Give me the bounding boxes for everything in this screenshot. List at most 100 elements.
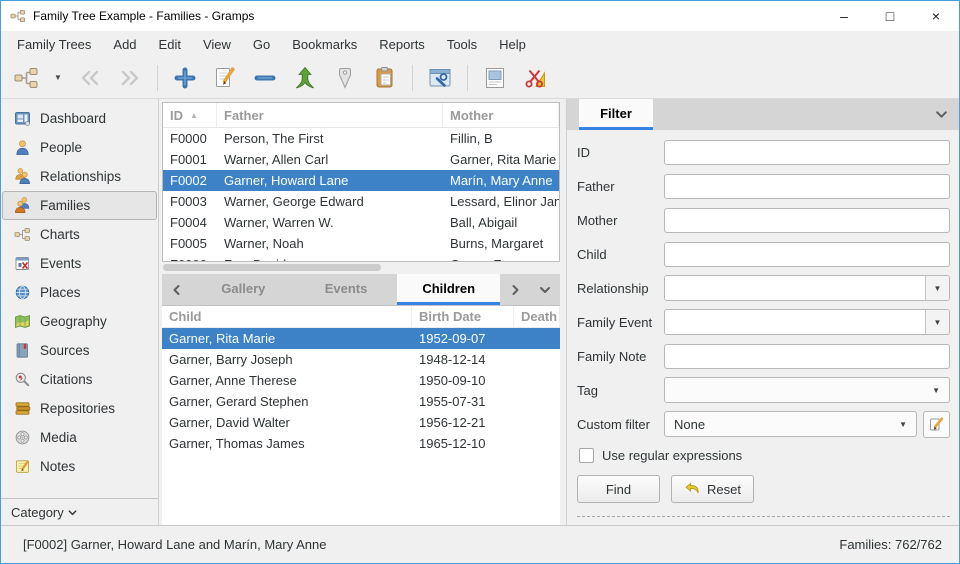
tab-events[interactable]: Events: [295, 274, 398, 305]
column-header-mother[interactable]: Mother: [443, 103, 559, 127]
child-row[interactable]: Garner, David Walter 1956-12-21: [162, 412, 560, 433]
filter-label-custom-filter: Custom filter: [577, 416, 650, 432]
tab-filter[interactable]: Filter: [579, 99, 653, 130]
filter-family-event-input[interactable]: [665, 310, 925, 334]
tag-button[interactable]: [325, 60, 365, 96]
filter-tag-dropdown[interactable]: ▼: [664, 377, 950, 403]
filter-label-mother: Mother: [577, 212, 618, 228]
children-table-header: Child Birth Date Death: [162, 306, 560, 328]
menu-reports[interactable]: Reports: [368, 33, 436, 56]
maximize-button[interactable]: □: [867, 1, 913, 31]
edit-button[interactable]: [205, 60, 245, 96]
sidebar-item-events[interactable]: Events: [2, 249, 157, 278]
remove-button[interactable]: [245, 60, 285, 96]
filter-row-father: Father: [577, 173, 950, 199]
child-row[interactable]: Garner, Anne Therese 1950-09-10: [162, 370, 560, 391]
filter-mother-input[interactable]: [664, 207, 950, 233]
repositories-icon: [14, 400, 31, 417]
close-button[interactable]: ×: [913, 1, 959, 31]
edit-custom-filter-button[interactable]: [923, 410, 950, 438]
filter-tab-strip: Filter: [567, 99, 959, 130]
sidebar-item-people[interactable]: People: [2, 133, 157, 162]
menu-family-trees[interactable]: Family Trees: [6, 33, 102, 56]
family-row[interactable]: F0005 Warner, Noah Burns, Margaret: [163, 233, 559, 254]
family-trees-button[interactable]: [6, 60, 46, 96]
tabs-scroll-right-button[interactable]: [500, 274, 530, 305]
tabs-menu-button[interactable]: [530, 274, 560, 305]
configure-button[interactable]: [420, 60, 460, 96]
children-table: Child Birth Date Death Garner, Rita Mari…: [162, 305, 560, 525]
regex-checkbox[interactable]: [579, 448, 594, 463]
forward-button[interactable]: [110, 60, 150, 96]
menu-help[interactable]: Help: [488, 33, 537, 56]
filter-child-input[interactable]: [664, 241, 950, 267]
reset-button[interactable]: Reset: [671, 475, 754, 503]
dashboard-icon: [14, 110, 31, 127]
sidebar-item-label: Charts: [40, 227, 80, 242]
panel-resize-handle[interactable]: [577, 516, 950, 519]
tab-gallery[interactable]: Gallery: [192, 274, 295, 305]
family-row[interactable]: F0001 Warner, Allen Carl Garner, Rita Ma…: [163, 149, 559, 170]
family-row-selected[interactable]: F0002 Garner, Howard Lane Marín, Mary An…: [163, 170, 559, 191]
sidebar-item-label: Citations: [40, 372, 93, 387]
sidebar-item-families[interactable]: Families: [2, 191, 157, 220]
menu-edit[interactable]: Edit: [148, 33, 192, 56]
sidebar-item-dashboard[interactable]: Dashboard: [2, 104, 157, 133]
menu-add[interactable]: Add: [102, 33, 147, 56]
merge-button[interactable]: [285, 60, 325, 96]
child-row[interactable]: Garner, Barry Joseph 1948-12-14: [162, 349, 560, 370]
add-button[interactable]: [165, 60, 205, 96]
column-header-birth-date[interactable]: Birth Date: [412, 306, 514, 327]
child-row[interactable]: Garner, Gerard Stephen 1955-07-31: [162, 391, 560, 412]
scrollbar-thumb[interactable]: [163, 264, 381, 271]
sidebar-item-sources[interactable]: Sources: [2, 336, 157, 365]
category-selector[interactable]: Category: [1, 498, 158, 525]
child-row[interactable]: Garner, Thomas James 1965-12-10: [162, 433, 560, 454]
edit-pencil-icon: [930, 417, 944, 430]
sidebar-item-repositories[interactable]: Repositories: [2, 394, 157, 423]
tab-children[interactable]: Children: [397, 274, 501, 305]
family-trees-dropdown-button[interactable]: ▼: [46, 60, 70, 96]
menu-view[interactable]: View: [192, 33, 242, 56]
sidebar-menu-button[interactable]: [923, 99, 959, 130]
column-header-child[interactable]: Child: [162, 306, 412, 327]
find-button[interactable]: Find: [577, 475, 660, 503]
clipboard-button[interactable]: [365, 60, 405, 96]
back-button[interactable]: [70, 60, 110, 96]
family-row[interactable]: F0003 Warner, George Edward Lessard, Eli…: [163, 191, 559, 212]
reports-button[interactable]: [475, 60, 515, 96]
sidebar-item-relationships[interactable]: Relationships: [2, 162, 157, 191]
dropdown-arrow-icon[interactable]: ▼: [925, 276, 949, 300]
filter-row-family-note: Family Note: [577, 343, 950, 369]
window-controls: – □ ×: [821, 1, 959, 31]
menubar: Family Trees Add Edit View Go Bookmarks …: [1, 31, 959, 57]
custom-filter-dropdown[interactable]: None ▼: [664, 411, 917, 437]
dropdown-arrow-icon[interactable]: ▼: [925, 310, 949, 334]
tools-button[interactable]: [515, 60, 555, 96]
gramps-app-icon: [10, 8, 26, 24]
filter-family-note-input[interactable]: [664, 343, 950, 369]
sidebar-item-charts[interactable]: Charts: [2, 220, 157, 249]
column-header-death[interactable]: Death: [514, 306, 560, 327]
child-row-selected[interactable]: Garner, Rita Marie 1952-09-07: [162, 328, 560, 349]
column-header-father[interactable]: Father: [217, 103, 443, 127]
minimize-button[interactable]: –: [821, 1, 867, 31]
filter-relationship-input[interactable]: [665, 276, 925, 300]
menu-tools[interactable]: Tools: [436, 33, 488, 56]
menu-bookmarks[interactable]: Bookmarks: [281, 33, 368, 56]
family-row[interactable]: F0006 Fox, David Green, Frances: [163, 254, 559, 261]
filter-row-custom-filter: Custom filter None ▼: [577, 410, 950, 438]
tabs-scroll-left-button[interactable]: [162, 274, 192, 305]
family-row[interactable]: F0000 Person, The First Fillin, B: [163, 128, 559, 149]
sidebar-item-citations[interactable]: Citations: [2, 365, 157, 394]
column-header-id[interactable]: ID ▲: [163, 103, 217, 127]
menu-go[interactable]: Go: [242, 33, 281, 56]
sidebar-item-geography[interactable]: Geography: [2, 307, 157, 336]
filter-father-input[interactable]: [664, 173, 950, 199]
sidebar-item-notes[interactable]: Notes: [2, 452, 157, 481]
horizontal-scrollbar[interactable]: [163, 263, 559, 272]
sidebar-item-media[interactable]: Media: [2, 423, 157, 452]
filter-id-input[interactable]: [664, 139, 950, 165]
sidebar-item-places[interactable]: Places: [2, 278, 157, 307]
family-row[interactable]: F0004 Warner, Warren W. Ball, Abigail: [163, 212, 559, 233]
